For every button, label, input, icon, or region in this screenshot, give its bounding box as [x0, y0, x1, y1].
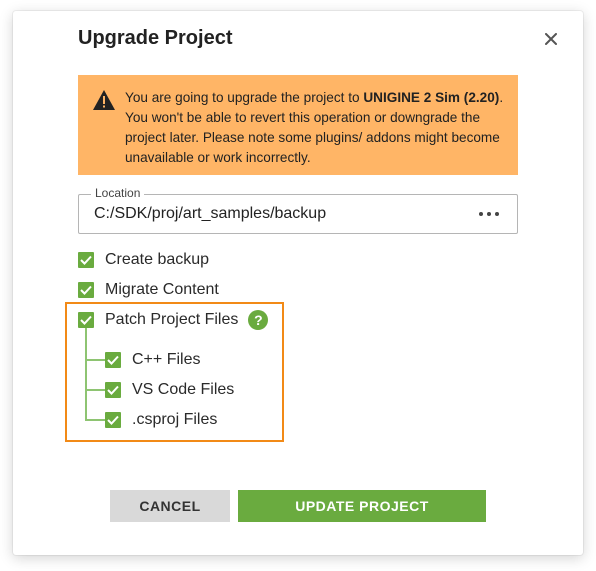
checkmark-icon: [80, 315, 92, 325]
dialog-title: Upgrade Project: [78, 27, 233, 49]
warning-message: You are going to upgrade the project to …: [125, 88, 505, 168]
tree-connector: [85, 359, 105, 361]
close-button[interactable]: [540, 28, 562, 50]
location-value[interactable]: C:/SDK/proj/art_samples/backup: [94, 205, 326, 223]
suboption-label: C++ Files: [132, 351, 201, 368]
checkmark-icon: [107, 415, 119, 425]
checkmark-icon: [80, 255, 92, 265]
location-field[interactable]: Location C:/SDK/proj/art_samples/backup: [78, 186, 518, 234]
close-icon: [545, 33, 557, 45]
checkmark-icon: [107, 355, 119, 365]
ellipsis-icon: [479, 212, 483, 216]
tree-connector: [85, 419, 105, 421]
tree-connector: [85, 328, 87, 420]
checkbox[interactable]: [105, 352, 121, 368]
option-patch-project-files[interactable]: Patch Project Files ?: [78, 310, 269, 330]
option-create-backup[interactable]: Create backup: [78, 251, 209, 269]
suboption-vscode-files[interactable]: VS Code Files: [105, 381, 234, 399]
option-label: Patch Project Files: [105, 311, 239, 328]
help-icon[interactable]: ?: [248, 310, 269, 330]
warning-version: UNIGINE 2 Sim (2.20): [363, 90, 500, 105]
warning-text-prefix: You are going to upgrade the project to: [125, 90, 364, 105]
ellipsis-icon: [487, 212, 491, 216]
option-label: Create backup: [105, 251, 210, 268]
checkbox[interactable]: [78, 252, 94, 268]
suboption-csproj-files[interactable]: .csproj Files: [105, 411, 217, 429]
checkmark-icon: [107, 385, 119, 395]
update-project-button[interactable]: UPDATE PROJECT: [238, 490, 486, 522]
warning-triangle-icon: [93, 90, 115, 110]
tree-connector: [85, 389, 105, 391]
ellipsis-icon: [495, 212, 499, 216]
option-label: Migrate Content: [105, 281, 219, 298]
browse-button[interactable]: [479, 206, 499, 222]
checkbox[interactable]: [105, 412, 121, 428]
location-label: Location: [91, 186, 145, 200]
upgrade-project-dialog: Upgrade Project You are going to upgrade…: [13, 11, 583, 555]
suboption-cpp-files[interactable]: C++ Files: [105, 351, 200, 369]
checkbox[interactable]: [78, 282, 94, 298]
checkbox[interactable]: [78, 312, 94, 328]
checkmark-icon: [80, 285, 92, 295]
cancel-button[interactable]: CANCEL: [110, 490, 230, 522]
warning-banner: You are going to upgrade the project to …: [78, 75, 518, 175]
checkbox[interactable]: [105, 382, 121, 398]
suboption-label: .csproj Files: [132, 411, 218, 428]
suboption-label: VS Code Files: [132, 381, 235, 398]
option-migrate-content[interactable]: Migrate Content: [78, 281, 219, 299]
